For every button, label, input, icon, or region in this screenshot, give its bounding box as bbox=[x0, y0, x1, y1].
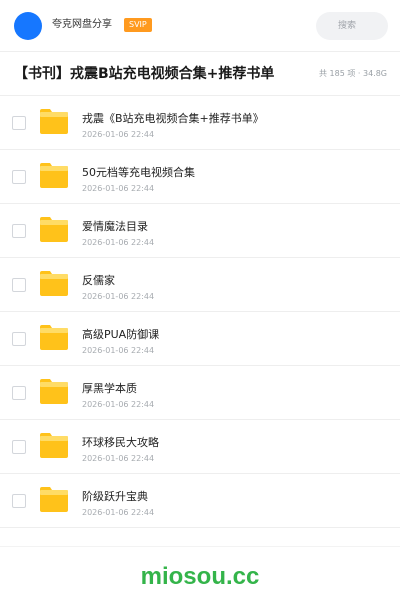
share-title-bar: 【书刊】戎震B站充电视频合集+推荐书单 共 185 项 · 34.8G bbox=[0, 52, 400, 96]
share-summary: 共 185 项 · 34.8G bbox=[319, 69, 387, 78]
file-date: 2026-01-06 22:44 bbox=[82, 130, 155, 139]
list-item[interactable]: 高级PUA防御课 2026-01-06 22:44 bbox=[0, 312, 400, 366]
file-name[interactable]: 50元档等充电视频合集 bbox=[82, 166, 195, 180]
item-checkbox[interactable] bbox=[12, 494, 26, 508]
file-name[interactable]: 环球移民大攻略 bbox=[82, 436, 159, 450]
svip-badge: SVIP bbox=[124, 18, 152, 32]
list-item[interactable]: 50元档等充电视频合集 2026-01-06 22:44 bbox=[0, 150, 400, 204]
file-date: 2026-01-06 22:44 bbox=[82, 400, 155, 409]
avatar[interactable] bbox=[14, 12, 42, 40]
folder-icon bbox=[40, 217, 68, 242]
file-name[interactable]: 反儒家 bbox=[82, 274, 115, 288]
item-checkbox[interactable] bbox=[12, 224, 26, 238]
share-title: 【书刊】戎震B站充电视频合集+推荐书单 bbox=[14, 66, 275, 82]
search-input[interactable]: 搜索 bbox=[316, 12, 388, 40]
file-name[interactable]: 爱情魔法目录 bbox=[82, 220, 148, 234]
file-date: 2026-01-06 22:44 bbox=[82, 346, 155, 355]
folder-icon bbox=[40, 325, 68, 350]
file-date: 2026-01-06 22:44 bbox=[82, 454, 155, 463]
file-date: 2026-01-06 22:44 bbox=[82, 292, 155, 301]
folder-icon bbox=[40, 163, 68, 188]
list-item[interactable]: 反儒家 2026-01-06 22:44 bbox=[0, 258, 400, 312]
list-item[interactable]: 戎震《B站充电视频合集+推荐书单》 2026-01-06 22:44 bbox=[0, 96, 400, 150]
item-checkbox[interactable] bbox=[12, 386, 26, 400]
file-name[interactable]: 高级PUA防御课 bbox=[82, 328, 159, 342]
item-checkbox[interactable] bbox=[12, 332, 26, 346]
folder-icon bbox=[40, 487, 68, 512]
file-date: 2026-01-06 22:44 bbox=[82, 508, 155, 517]
file-date: 2026-01-06 22:44 bbox=[82, 238, 155, 247]
brand-name: 夸克网盘分享 bbox=[52, 19, 112, 30]
item-checkbox[interactable] bbox=[12, 170, 26, 184]
list-item[interactable]: 厚黑学本质 2026-01-06 22:44 bbox=[0, 366, 400, 420]
file-name[interactable]: 厚黑学本质 bbox=[82, 382, 137, 396]
item-checkbox[interactable] bbox=[12, 440, 26, 454]
file-name[interactable]: 戎震《B站充电视频合集+推荐书单》 bbox=[82, 112, 264, 126]
folder-icon bbox=[40, 109, 68, 134]
item-checkbox[interactable] bbox=[12, 278, 26, 292]
header: 夸克网盘分享 SVIP 搜索 bbox=[0, 0, 400, 52]
folder-icon bbox=[40, 433, 68, 458]
folder-icon bbox=[40, 379, 68, 404]
footer: miosou.cc bbox=[0, 546, 400, 600]
file-date: 2026-01-06 22:44 bbox=[82, 184, 155, 193]
watermark: miosou.cc bbox=[140, 563, 260, 590]
list-item[interactable]: 爱情魔法目录 2026-01-06 22:44 bbox=[0, 204, 400, 258]
item-checkbox[interactable] bbox=[12, 116, 26, 130]
file-name[interactable]: 阶级跃升宝典 bbox=[82, 490, 148, 504]
file-list: 戎震《B站充电视频合集+推荐书单》 2026-01-06 22:44 50元档等… bbox=[0, 96, 400, 546]
list-item[interactable]: 环球移民大攻略 2026-01-06 22:44 bbox=[0, 420, 400, 474]
folder-icon bbox=[40, 271, 68, 296]
list-item[interactable]: 阶级跃升宝典 2026-01-06 22:44 bbox=[0, 474, 400, 528]
